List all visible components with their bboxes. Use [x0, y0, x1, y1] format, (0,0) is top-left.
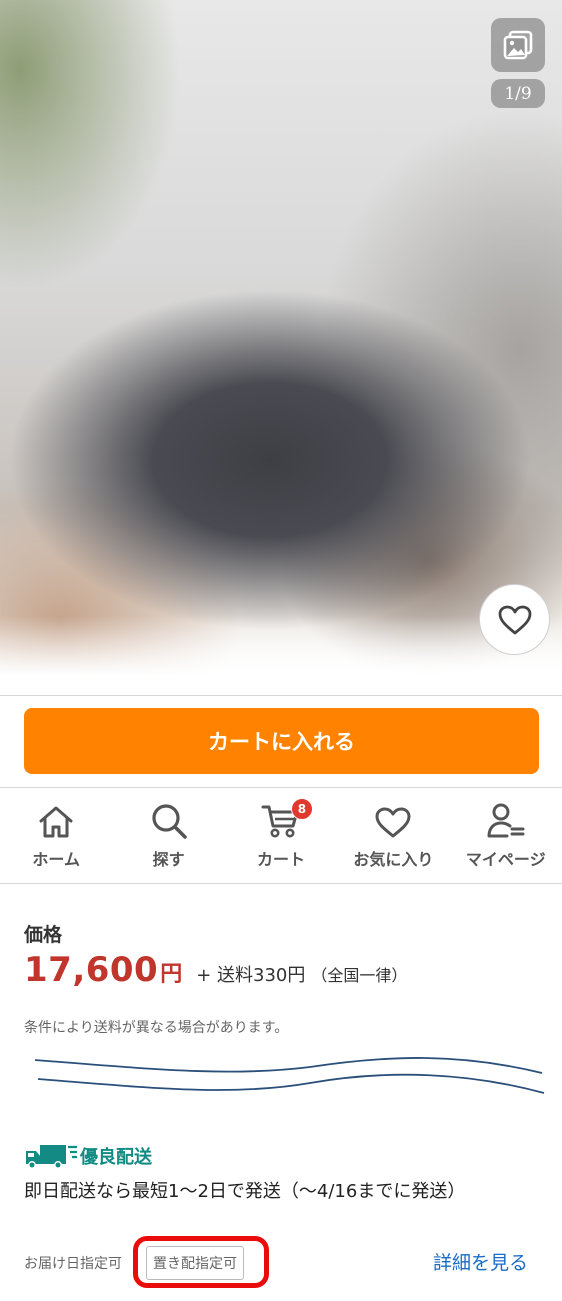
divider [0, 883, 562, 884]
redaction-scribble [34, 1057, 545, 1094]
image-fade [0, 616, 562, 676]
nav-item-mypage[interactable]: マイページ [450, 788, 562, 883]
search-icon [151, 804, 187, 839]
delivery-date-option: お届け日指定可 [24, 1256, 122, 1272]
details-link[interactable]: 詳細を見る [433, 1248, 528, 1275]
nav-label-favorites: お気に入り [353, 850, 434, 869]
nav-item-home[interactable]: ホーム [0, 788, 112, 883]
image-counter: 1/9 [491, 79, 545, 108]
price-heading: 価格 [24, 924, 63, 946]
premium-delivery-label: 優良配送 [80, 1147, 152, 1168]
highlight-annotation [133, 1236, 269, 1288]
nav-label-cart: カート [256, 850, 305, 869]
favorite-button[interactable] [479, 584, 550, 655]
price-row: 17,600 円 + 送料330円 （全国一律） [24, 950, 407, 990]
divider [0, 695, 562, 696]
nav-item-favorites[interactable]: お気に入り [337, 788, 449, 883]
gallery-button[interactable] [491, 18, 545, 72]
add-to-cart-button[interactable]: カートに入れる [24, 708, 539, 774]
nav-label-home: ホーム [32, 850, 80, 869]
premium-delivery-badge: 優良配送 [24, 1143, 152, 1169]
shipping-note: （全国一律） [311, 966, 408, 985]
cart-count-badge: 8 [290, 798, 313, 820]
price-currency: 円 [160, 962, 183, 987]
shipping-fee: + 送料330円 [196, 965, 306, 986]
nav-label-search: 探す [152, 850, 185, 869]
nav-item-search[interactable]: 探す [112, 788, 224, 883]
image-gallery-icon [503, 30, 533, 60]
heart-outline-icon [498, 605, 531, 634]
price-amount: 17,600 [24, 950, 159, 990]
nav-label-mypage: マイページ [465, 850, 546, 869]
user-icon [487, 803, 525, 838]
heart-icon [375, 807, 411, 838]
home-icon [39, 806, 73, 838]
delivery-description: 即日配送なら最短1〜2日で発送（〜4/16までに発送） [24, 1181, 466, 1202]
product-image[interactable] [0, 0, 562, 676]
delivery-truck-icon [26, 1145, 77, 1169]
navigation-bar: ホーム 探す 8 カート お気に入り マイページ [0, 788, 562, 883]
nav-item-cart[interactable]: 8 カート [225, 788, 337, 883]
shipping-condition-note: 条件により送料が異なる場合があります。 [24, 1020, 289, 1036]
